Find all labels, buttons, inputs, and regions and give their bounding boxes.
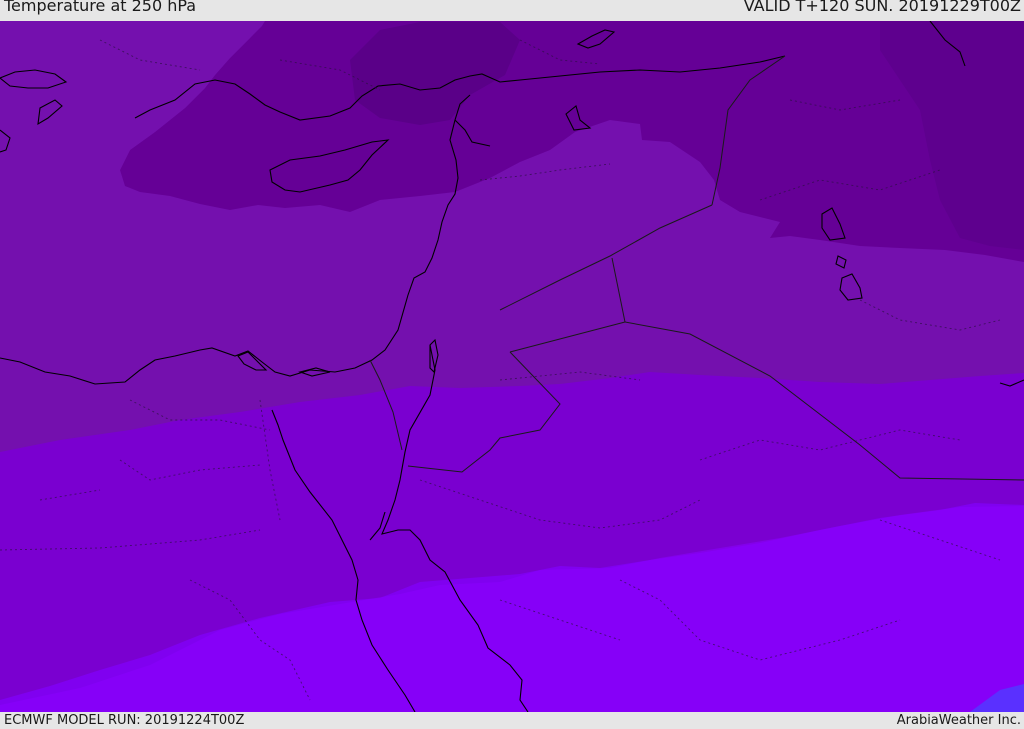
map-title: Temperature at 250 hPa [4, 0, 197, 15]
valid-time: VALID T+120 SUN. 20191229T00Z [743, 0, 1021, 15]
header-bar: Temperature at 250 hPa VALID T+120 SUN. … [0, 0, 1024, 21]
weather-map[interactable] [0, 21, 1024, 712]
footer-bar: ECMWF MODEL RUN: 20191224T00Z ArabiaWeat… [0, 712, 1024, 729]
model-run: ECMWF MODEL RUN: 20191224T00Z [4, 713, 245, 728]
credit-label: ArabiaWeather Inc. [896, 713, 1021, 728]
